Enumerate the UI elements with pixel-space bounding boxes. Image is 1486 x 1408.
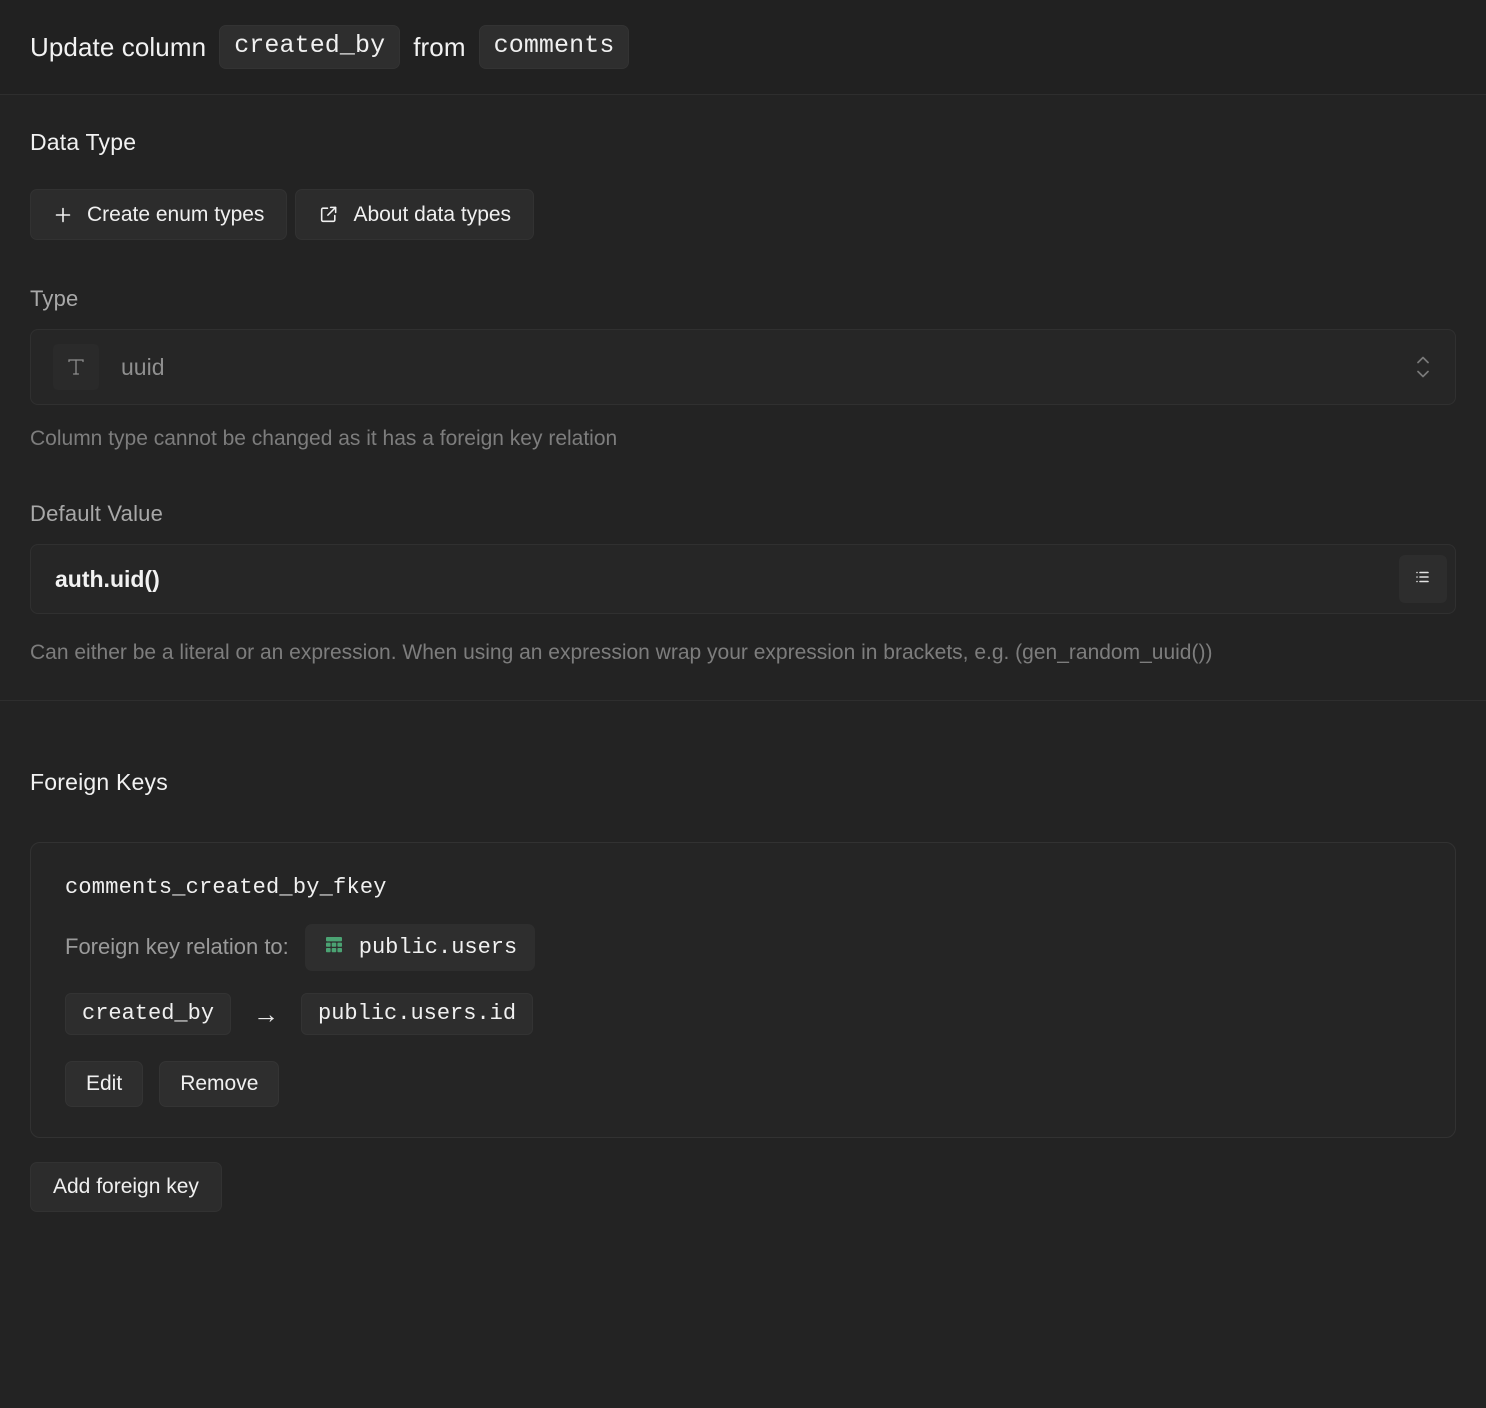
default-value-input[interactable]: auth.uid() [30,544,1456,614]
remove-foreign-key-button[interactable]: Remove [159,1061,279,1107]
type-select[interactable]: uuid [30,329,1456,405]
foreign-key-target-table-chip[interactable]: public.users [305,924,535,971]
update-column-panel: Update column created_by from comments D… [0,0,1486,1408]
arrow-right-icon: → [253,1001,279,1027]
default-value-text: auth.uid() [55,566,160,593]
foreign-keys-heading: Foreign Keys [30,769,1456,796]
about-data-types-label: About data types [353,202,511,227]
panel-title-middle: from [413,32,465,63]
type-field-group: Type uuid [30,286,1456,451]
panel-header: Update column created_by from comments [0,0,1486,95]
foreign-key-target-table-name: public.users [359,935,517,960]
foreign-key-card: comments_created_by_fkey Foreign key rel… [30,842,1456,1138]
foreign-key-relation-row: Foreign key relation to: [65,924,1421,971]
add-foreign-key-button[interactable]: Add foreign key [30,1162,222,1212]
about-data-types-button[interactable]: About data types [295,189,534,240]
foreign-key-source-column: created_by [65,993,231,1035]
data-type-section: Data Type Create enum types [0,95,1486,700]
foreign-key-relation-label: Foreign key relation to: [65,934,289,960]
plus-icon [53,205,73,225]
type-label: Type [30,286,1456,312]
foreign-keys-section: Foreign Keys comments_created_by_fkey Fo… [0,700,1486,1242]
type-select-value: uuid [121,354,164,381]
foreign-key-target-column: public.users.id [301,993,533,1035]
data-type-heading: Data Type [30,129,1456,156]
edit-foreign-key-button[interactable]: Edit [65,1061,143,1107]
external-link-icon [318,204,339,225]
list-icon [1412,566,1434,593]
table-name-chip: comments [479,25,630,69]
default-value-label: Default Value [30,501,1456,527]
foreign-key-actions: Edit Remove [65,1061,1421,1107]
table-icon [323,933,345,962]
default-value-suggestions-button[interactable] [1399,555,1447,603]
text-type-icon [53,344,99,390]
data-type-actions: Create enum types About data types [30,189,1456,240]
create-enum-types-button[interactable]: Create enum types [30,189,287,240]
column-name-chip: created_by [219,25,400,69]
panel-title: Update column created_by from comments [30,25,629,69]
panel-title-prefix: Update column [30,32,206,63]
create-enum-types-label: Create enum types [87,202,264,227]
default-value-group: Default Value auth.uid() Can either be a… [30,501,1456,670]
foreign-key-column-mapping: created_by → public.users.id [65,993,1421,1035]
default-value-help: Can either be a literal or an expression… [30,637,1360,670]
panel-body: Data Type Create enum types [0,95,1486,1408]
type-locked-note: Column type cannot be changed as it has … [30,427,1456,451]
chevron-up-down-icon [1415,356,1431,379]
foreign-key-constraint-name: comments_created_by_fkey [65,875,1421,900]
